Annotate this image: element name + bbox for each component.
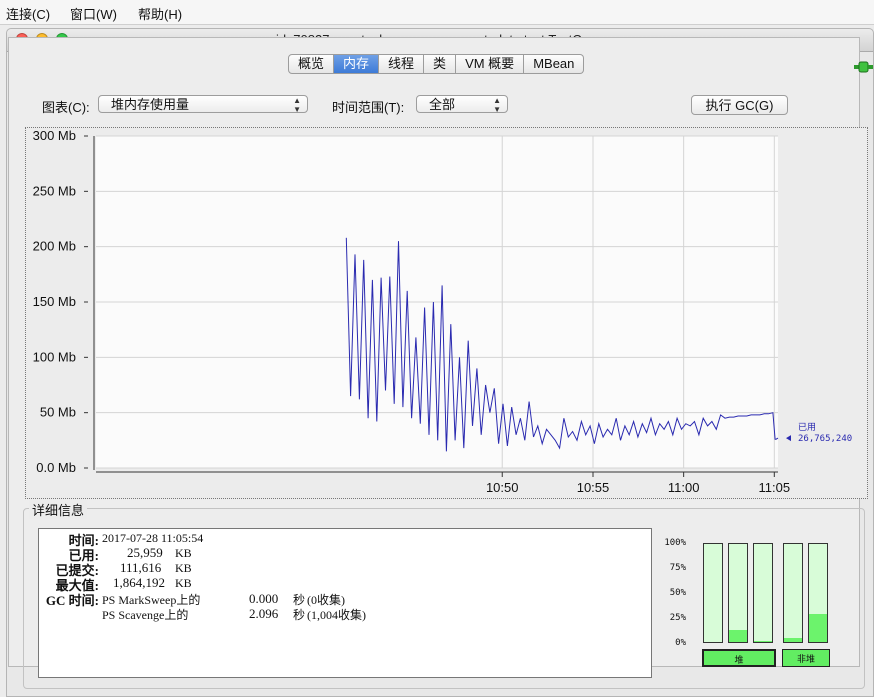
chart-select-label: 图表(C):: [42, 100, 90, 115]
tab-overview[interactable]: 概览: [288, 54, 335, 74]
range-select-label: 时间范围(T):: [332, 100, 405, 115]
gc-row-unit: 秒: [293, 608, 306, 622]
memory-info-box: 时间: 2017-07-28 11:05:54 已用: 25,959 KB 已提…: [38, 528, 652, 678]
committed-value: 111,616: [120, 560, 162, 575]
pct-label: 25%: [669, 613, 686, 623]
pool-bar-fill: [754, 641, 772, 642]
tab-memory[interactable]: 内存: [334, 54, 380, 74]
perform-gc-button[interactable]: 执行 GC(G): [691, 95, 788, 115]
menu-window[interactable]: 窗口(W): [70, 4, 117, 23]
current-value-label: 已用: [798, 422, 816, 433]
heap-usage-chart: 0.0 Mb 50 Mb 100 Mb 150 Mb 200 Mb 250 Mb 300 M…: [33, 128, 853, 495]
gc-row-seconds: 2.096: [249, 606, 279, 621]
select-arrows-icon: ▲ ▼: [493, 96, 501, 114]
pct-label: 75%: [669, 563, 686, 573]
max-value: 1,864,192: [113, 575, 165, 590]
chart-select[interactable]: 堆内存使用量 ▲ ▼: [98, 95, 308, 114]
tab-threads[interactable]: 线程: [379, 54, 425, 74]
time-value: 2017-07-28 11:05:54: [102, 531, 204, 545]
pool-bar[interactable]: [703, 543, 723, 643]
y-tick-label: 150 Mb: [33, 294, 76, 309]
menubar: 连接(C) 窗口(W) 帮助(H): [0, 0, 874, 25]
connection-plug-icon[interactable]: [854, 60, 874, 74]
pool-bar[interactable]: [783, 543, 803, 643]
gc-row-seconds: 0.000: [249, 591, 279, 606]
pool-bar[interactable]: [808, 543, 828, 643]
y-tick-label: 0.0 Mb: [36, 460, 76, 475]
menu-connect[interactable]: 连接(C): [6, 4, 50, 23]
gc-row-name: PS Scavenge上的: [102, 608, 189, 622]
y-tick-label: 200 Mb: [33, 239, 76, 254]
used-value: 25,959: [127, 545, 163, 560]
current-value-number: 26,765,240: [798, 434, 852, 444]
details-title: 详细信息: [29, 500, 88, 519]
menu-help[interactable]: 帮助(H): [138, 4, 182, 23]
select-arrows-icon: ▲ ▼: [293, 96, 301, 114]
tab-vm-summary[interactable]: VM 概要: [456, 54, 525, 74]
pool-bar-fill: [784, 638, 802, 642]
x-tick-label: 11:00: [668, 480, 700, 495]
committed-unit: KB: [175, 561, 192, 575]
y-tick-label: 300 Mb: [33, 128, 76, 143]
pool-bar[interactable]: [753, 543, 773, 643]
tab-bar: 概览 内存 线程 类 VM 概要 MBean: [288, 54, 585, 74]
x-tick-label: 11:05: [759, 480, 791, 495]
x-tick-label: 10:50: [486, 480, 519, 495]
y-tick-label: 100 Mb: [33, 349, 76, 364]
y-tick-label: 50 Mb: [40, 405, 76, 420]
pct-label: 50%: [669, 588, 686, 598]
gc-row-count: (1,004收集): [307, 608, 366, 622]
used-unit: KB: [175, 546, 192, 560]
heap-pool-label[interactable]: 堆: [702, 649, 776, 667]
tab-mbean[interactable]: MBean: [524, 54, 585, 74]
x-tick-label: 10:55: [577, 480, 610, 495]
pool-bar[interactable]: [728, 543, 748, 643]
range-select-value: 全部: [429, 97, 456, 112]
current-value-marker: [786, 435, 791, 442]
range-select[interactable]: 全部 ▲ ▼: [416, 95, 508, 114]
pool-bar-fill: [809, 613, 827, 642]
pct-label: 100%: [664, 538, 686, 548]
gc-time-key: GC 时间:: [45, 593, 99, 608]
tab-classes[interactable]: 类: [424, 54, 457, 74]
chart-select-value: 堆内存使用量: [111, 97, 190, 112]
max-unit: KB: [175, 576, 192, 590]
pct-label: 0%: [675, 638, 686, 648]
pool-bar-fill: [729, 630, 747, 642]
nonheap-pool-label[interactable]: 非堆: [782, 649, 830, 667]
y-tick-label: 250 Mb: [33, 183, 76, 198]
memory-chart-panel: 0.0 Mb 50 Mb 100 Mb 150 Mb 200 Mb 250 Mb 300 M…: [25, 127, 868, 499]
